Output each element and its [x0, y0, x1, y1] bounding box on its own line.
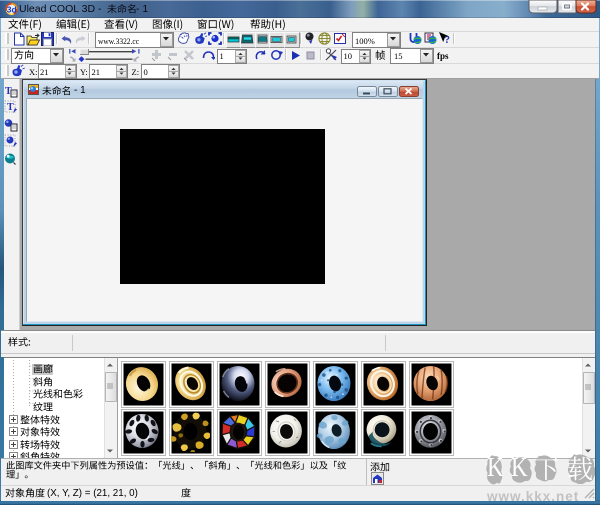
- svg-text:3d: 3d: [7, 4, 17, 14]
- svg-text:T: T: [7, 102, 14, 113]
- svg-text:?: ?: [445, 34, 451, 45]
